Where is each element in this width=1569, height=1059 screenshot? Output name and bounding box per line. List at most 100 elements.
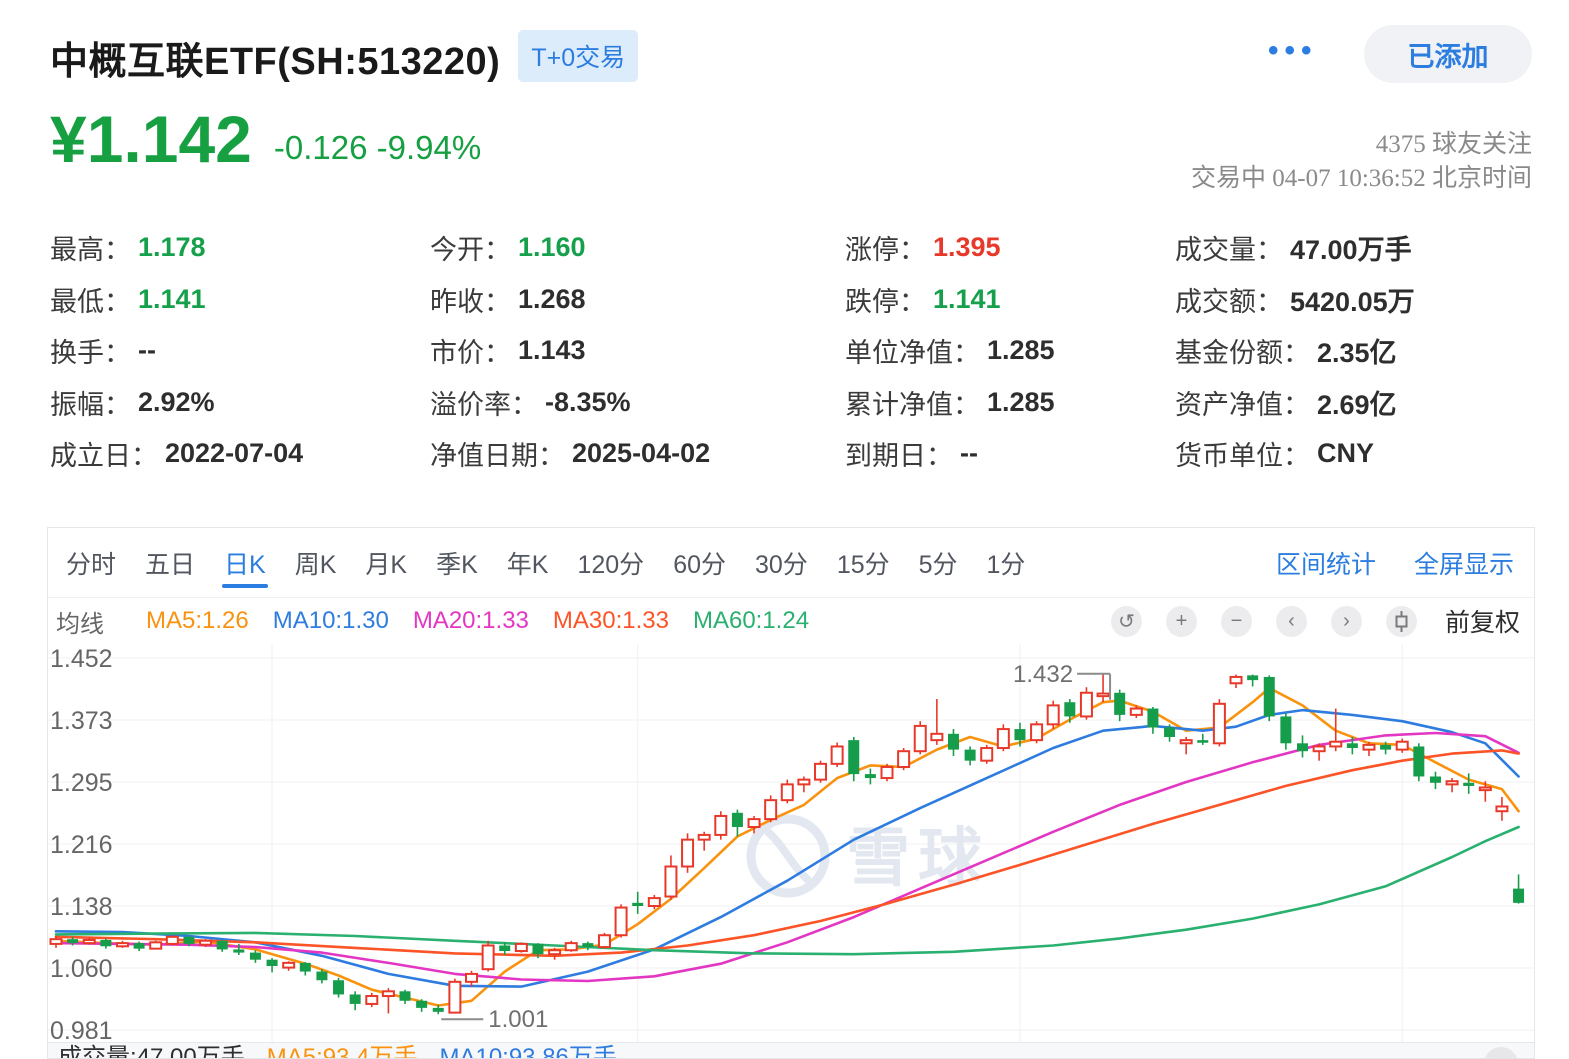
kline-chart[interactable]: 雪球1.4521.3731.2951.2161.1381.0600.9811.4… bbox=[48, 644, 1534, 1042]
svg-text:0.981: 0.981 bbox=[50, 1017, 113, 1042]
stats-column: 今开： 1.160 昨收： 1.268 市价： 1.143 溢价率： -8.35% 净值日期： 2… bbox=[430, 222, 710, 480]
zoom-in-icon[interactable]: + bbox=[1165, 605, 1197, 637]
stat-value: -- bbox=[960, 438, 978, 469]
stat-value: 1.141 bbox=[138, 283, 206, 314]
stat-label: 成交量： bbox=[1175, 235, 1283, 266]
max-price-annotation: 1.432 bbox=[1013, 661, 1073, 688]
stat-label: 市价： bbox=[430, 338, 511, 369]
collapse-pane-button[interactable]: × bbox=[1484, 1047, 1518, 1058]
stat-value: 2025-04-02 bbox=[572, 438, 711, 469]
next-icon[interactable]: › bbox=[1330, 605, 1362, 637]
stat-label: 涨停： bbox=[845, 235, 926, 266]
tab-minute[interactable]: 分时 bbox=[66, 528, 116, 597]
stat-value: -8.35% bbox=[545, 386, 631, 417]
stat-value: CNY bbox=[1317, 438, 1375, 469]
current-price: ¥1.142 bbox=[50, 102, 252, 176]
header: 中概互联ETF(SH:513220) T+0交易 bbox=[50, 29, 639, 85]
fullscreen-link[interactable]: 全屏显示 bbox=[1414, 545, 1514, 581]
stat-row: 到期日： -- bbox=[845, 428, 1055, 480]
stats-column: 成交量： 47.00万手 成交额： 5420.05万基金份额： 2.35亿 资产净值： 2.… bbox=[1175, 222, 1415, 480]
stat-row: 昨收： 1.268 bbox=[430, 274, 710, 326]
stat-row: 最低： 1.141 bbox=[50, 274, 303, 326]
stat-label: 溢价率： bbox=[430, 389, 538, 420]
stat-value: 2022-07-04 bbox=[165, 438, 304, 469]
candle-style-icon[interactable] bbox=[1385, 605, 1417, 637]
tab-month-k[interactable]: 月K bbox=[365, 528, 407, 597]
stat-label: 净值日期： bbox=[430, 441, 565, 472]
stat-row: 跌停： 1.141 bbox=[845, 274, 1055, 326]
stat-label: 换手： bbox=[50, 338, 131, 369]
stat-value: 1.285 bbox=[987, 335, 1055, 366]
svg-text:1.452: 1.452 bbox=[50, 645, 113, 673]
ma-label: 均线 bbox=[56, 610, 104, 638]
price-annotations: 1.432 1.001 bbox=[441, 661, 1112, 1033]
stat-label: 资产净值： bbox=[1175, 389, 1310, 420]
stat-row: 换手： -- bbox=[50, 325, 303, 377]
stat-value: 1.178 bbox=[138, 232, 206, 263]
stat-label: 成交额： bbox=[1175, 286, 1283, 317]
ma-legend-ma60: MA60:1.24 bbox=[692, 607, 810, 634]
stat-value: 47.00万手 bbox=[1290, 235, 1412, 266]
tab-15min[interactable]: 15分 bbox=[837, 528, 890, 597]
chart-panel: 分时 五日 日K 周K 月K 季K 年K 120分 60分 30分 15分 5分 1分 区间统计 全屏显示… bbox=[47, 527, 1535, 1059]
y-axis-labels: 1.452 1.373 1.295 1.216 1.138 1.060 0.981 bbox=[50, 645, 113, 1042]
svg-text:1.295: 1.295 bbox=[50, 769, 113, 797]
stat-row: 成立日： 2022-07-04 bbox=[50, 428, 303, 480]
stat-row: 最高： 1.178 bbox=[50, 222, 303, 274]
svg-text:1.060: 1.060 bbox=[50, 955, 113, 983]
stat-row: 溢价率： -8.35% bbox=[430, 377, 710, 429]
stat-value: -- bbox=[138, 335, 156, 366]
followers-count: 4375 球友关注 bbox=[1375, 131, 1532, 158]
stat-row: 市价： 1.143 bbox=[430, 325, 710, 377]
tab-quarter-k[interactable]: 季K bbox=[436, 528, 478, 597]
chart-links: 区间统计 全屏显示 bbox=[1238, 545, 1514, 581]
tab-week-k[interactable]: 周K bbox=[295, 528, 337, 597]
t0-trade-badge: T+0交易 bbox=[518, 29, 639, 82]
stats-column: 最高： 1.178 最低： 1.141 换手： -- 振幅： 2.92% 成立日： 2022-07… bbox=[50, 222, 303, 480]
tab-120min[interactable]: 120分 bbox=[577, 528, 644, 597]
stat-label: 今开： bbox=[430, 235, 511, 266]
tab-30min[interactable]: 30分 bbox=[755, 528, 808, 597]
prev-icon[interactable]: ‹ bbox=[1275, 605, 1307, 637]
ma-line-ma5 bbox=[54, 686, 1520, 1007]
ma-legend-ma30: MA30:1.33 bbox=[552, 607, 669, 634]
volume-bar: 成交量:47.00万手 MA5:93.4万手 MA10:93.86万手 × bbox=[48, 1042, 1534, 1058]
tab-5min[interactable]: 5分 bbox=[919, 528, 958, 597]
period-tabs: 分时 五日 日K 周K 月K 季K 年K 120分 60分 30分 15分 5分 1分 bbox=[66, 528, 1054, 597]
stat-value: 1.141 bbox=[933, 283, 1001, 314]
stat-label: 单位净值： bbox=[845, 338, 980, 369]
ma-lines bbox=[54, 686, 1520, 1007]
stat-row: 今开： 1.160 bbox=[430, 222, 710, 274]
stat-label: 基金份额： bbox=[1175, 338, 1310, 369]
price-change: -0.126 -9.94% bbox=[273, 129, 482, 166]
stat-row: 净值日期： 2025-04-02 bbox=[430, 428, 710, 480]
tab-day-k[interactable]: 日K bbox=[222, 528, 268, 597]
session-status: 交易中 04-07 10:36:52 北京时间 bbox=[1191, 165, 1532, 192]
tab-year-k[interactable]: 年K bbox=[507, 528, 549, 597]
stat-row: 货币单位： CNY bbox=[1175, 428, 1415, 480]
tab-1min[interactable]: 1分 bbox=[987, 528, 1026, 597]
volume-ma10-label: MA10:93.86万手 bbox=[439, 1044, 617, 1058]
stat-value: 1.143 bbox=[518, 335, 586, 366]
stats-grid: 最高： 1.178 最低： 1.141 换手： -- 振幅： 2.92% 成立日： 2022-07… bbox=[0, 222, 1569, 482]
stat-value: 1.395 bbox=[933, 232, 1001, 263]
period-tab-bar: 分时 五日 日K 周K 月K 季K 年K 120分 60分 30分 15分 5分 1分 区间统计 全屏显示 bbox=[48, 528, 1534, 598]
stat-row: 累计净值： 1.285 bbox=[845, 377, 1055, 429]
stat-label: 货币单位： bbox=[1175, 441, 1310, 472]
stat-label: 成立日： bbox=[50, 441, 158, 472]
range-stats-link[interactable]: 区间统计 bbox=[1276, 545, 1376, 581]
tab-60min[interactable]: 60分 bbox=[673, 528, 726, 597]
undo-icon[interactable]: ↺ bbox=[1110, 605, 1142, 637]
adjust-mode-button[interactable]: 前复权 bbox=[1445, 603, 1520, 639]
more-button[interactable]: ••• bbox=[1268, 34, 1318, 68]
zoom-out-icon[interactable]: − bbox=[1220, 605, 1252, 637]
tab-five-day[interactable]: 五日 bbox=[145, 528, 195, 597]
svg-text:1.138: 1.138 bbox=[50, 893, 113, 921]
stat-row: 基金份额： 2.35亿 bbox=[1175, 325, 1415, 377]
added-watchlist-button[interactable]: 已添加 bbox=[1364, 25, 1532, 83]
page-title: 中概互联ETF(SH:513220) bbox=[50, 41, 501, 83]
stat-row: 资产净值： 2.69亿 bbox=[1175, 377, 1415, 429]
stat-value: 1.268 bbox=[518, 283, 586, 314]
stat-value: 5420.05万 bbox=[1290, 286, 1415, 317]
stat-label: 振幅： bbox=[50, 389, 131, 420]
